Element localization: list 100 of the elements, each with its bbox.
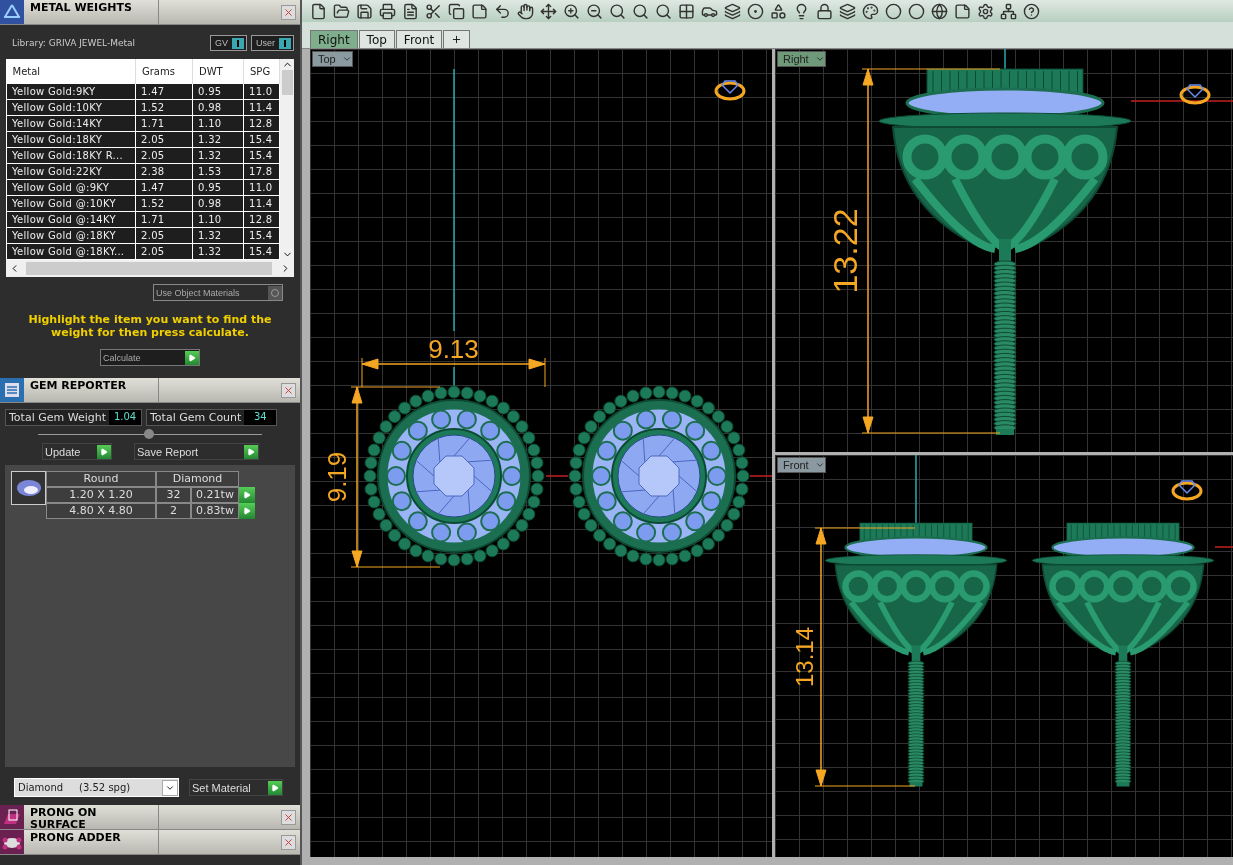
chevron-down-icon xyxy=(341,54,352,64)
table-cell: 0.83tw xyxy=(191,503,239,519)
library-label: Library: GRIVA JEWEL-Metal xyxy=(12,38,136,48)
total-gem-count-field: Total Gem Count 34 xyxy=(146,409,278,426)
table-cell: 4.80 X 4.80 xyxy=(46,503,156,519)
x-axis-line xyxy=(1214,545,1233,548)
plus-icon xyxy=(451,34,463,45)
table-cell: Yellow Gold:9KY xyxy=(6,83,136,100)
close-button[interactable] xyxy=(281,4,296,20)
close-button[interactable] xyxy=(281,809,296,825)
material-dropdown[interactable]: Diamond (3.52 spg) xyxy=(14,778,179,797)
viewport[interactable]: Front 13.14 xyxy=(775,454,1233,857)
hand-icon[interactable] xyxy=(517,2,534,20)
column-header[interactable]: Metal xyxy=(6,59,136,84)
shapes-icon[interactable] xyxy=(770,2,787,20)
help-icon[interactable] xyxy=(1023,2,1040,20)
settings-icon[interactable] xyxy=(977,2,994,20)
viewport-label[interactable]: Front xyxy=(777,456,826,473)
use-object-materials-checkbox[interactable]: Use Object Materials xyxy=(153,284,283,301)
file-icon[interactable] xyxy=(310,2,327,20)
table-cell: 1.20 X 1.20 xyxy=(46,487,156,503)
viewport[interactable]: Top 9.13 9.19 xyxy=(310,49,772,857)
zoom-in-icon[interactable] xyxy=(563,2,580,20)
copy-icon[interactable] xyxy=(448,2,465,20)
calculate-button[interactable]: Calculate xyxy=(100,349,200,366)
globe-icon[interactable] xyxy=(931,2,948,20)
play-icon xyxy=(100,447,108,456)
panel-title: PRONG ON SURFACE xyxy=(24,805,159,829)
search-icon[interactable] xyxy=(632,2,649,20)
note-icon[interactable] xyxy=(471,2,488,20)
document-icon[interactable] xyxy=(402,2,419,20)
viewport-tab[interactable]: Right xyxy=(310,30,358,48)
add-tab-button[interactable] xyxy=(443,30,471,48)
move-icon[interactable] xyxy=(540,2,557,20)
chevron-down-icon xyxy=(814,54,825,64)
viewport-tab[interactable]: Front xyxy=(395,30,443,48)
toggle-switch[interactable] xyxy=(279,37,291,49)
palette-icon[interactable] xyxy=(862,2,879,20)
table-cell: 1.47 xyxy=(135,83,193,100)
close-icon xyxy=(283,811,294,823)
close-button[interactable] xyxy=(281,382,296,398)
dimension-label: 9.13 xyxy=(428,334,479,364)
library-toggle[interactable]: GV xyxy=(209,35,247,51)
vertical-scrollbar[interactable] xyxy=(280,59,294,260)
scissors-icon[interactable] xyxy=(425,2,442,20)
table-cell: 0.95 xyxy=(192,83,244,100)
toggle-switch[interactable] xyxy=(232,37,244,49)
network-icon[interactable] xyxy=(1000,2,1017,20)
column-header[interactable]: DWT xyxy=(192,59,244,84)
lock-icon[interactable] xyxy=(816,2,833,20)
panel-title: GEM REPORTER xyxy=(24,378,159,402)
save-icon[interactable] xyxy=(356,2,373,20)
panel-icon xyxy=(0,805,24,829)
scroll-thumb[interactable] xyxy=(26,262,272,275)
undo-icon[interactable] xyxy=(494,2,511,20)
viewport-tab[interactable]: Top xyxy=(358,30,395,48)
grid-icon[interactable] xyxy=(678,2,695,20)
ring-icon[interactable] xyxy=(1171,479,1203,500)
library-toggle[interactable]: User xyxy=(251,35,294,51)
y-axis-line xyxy=(915,454,917,524)
close-icon xyxy=(283,6,294,18)
scroll-thumb[interactable] xyxy=(281,70,293,95)
dimension-label: 13.14 xyxy=(791,626,818,687)
table-cell: 2 xyxy=(156,503,191,519)
y-axis-line xyxy=(453,366,455,388)
dimension-label: 13.22 xyxy=(826,208,864,294)
hint-text: Highlight the item you want to find the weight for then press calculate. xyxy=(27,313,273,339)
search-icon[interactable] xyxy=(609,2,626,20)
horizontal-scrollbar[interactable] xyxy=(6,260,294,277)
play-icon xyxy=(271,783,279,792)
select-gem-button[interactable] xyxy=(239,487,255,503)
report-button[interactable]: Save Report xyxy=(134,443,259,460)
viewport-label[interactable]: Right xyxy=(777,51,826,67)
table-cell: 0.21tw xyxy=(191,487,239,503)
table-cell: 32 xyxy=(156,487,191,503)
column-header[interactable]: Grams xyxy=(135,59,193,84)
viewport-label[interactable]: Top xyxy=(312,51,353,67)
printer-icon[interactable] xyxy=(379,2,396,20)
total-gem-weight-field: Total Gem Weight 1.04 xyxy=(5,409,142,426)
viewport[interactable]: Right 13.22 xyxy=(775,49,1233,452)
table-cell: Diamond xyxy=(156,471,239,487)
layers-icon[interactable] xyxy=(839,2,856,20)
table-cell: Round xyxy=(46,471,156,487)
zoom-out-icon[interactable] xyxy=(586,2,603,20)
set-material-button[interactable]: Set Material xyxy=(189,779,283,796)
panel-title: PRONG ADDER xyxy=(24,830,159,854)
folder-icon[interactable] xyxy=(333,2,350,20)
close-button[interactable] xyxy=(281,834,296,850)
collapse-handle[interactable] xyxy=(144,429,154,439)
ring-icon[interactable] xyxy=(1179,84,1211,105)
panel-title: METAL WEIGHTS xyxy=(24,0,159,24)
circle-icon[interactable] xyxy=(747,2,764,20)
ring-icon[interactable] xyxy=(714,80,746,101)
search-icon[interactable] xyxy=(655,2,672,20)
x-axis-line xyxy=(545,475,569,477)
column-header[interactable]: SPG xyxy=(243,59,280,84)
report-button[interactable]: Update xyxy=(42,443,112,460)
layers-icon[interactable] xyxy=(724,2,741,20)
radio-indicator[interactable] xyxy=(268,285,282,300)
select-gem-button[interactable] xyxy=(239,503,255,519)
